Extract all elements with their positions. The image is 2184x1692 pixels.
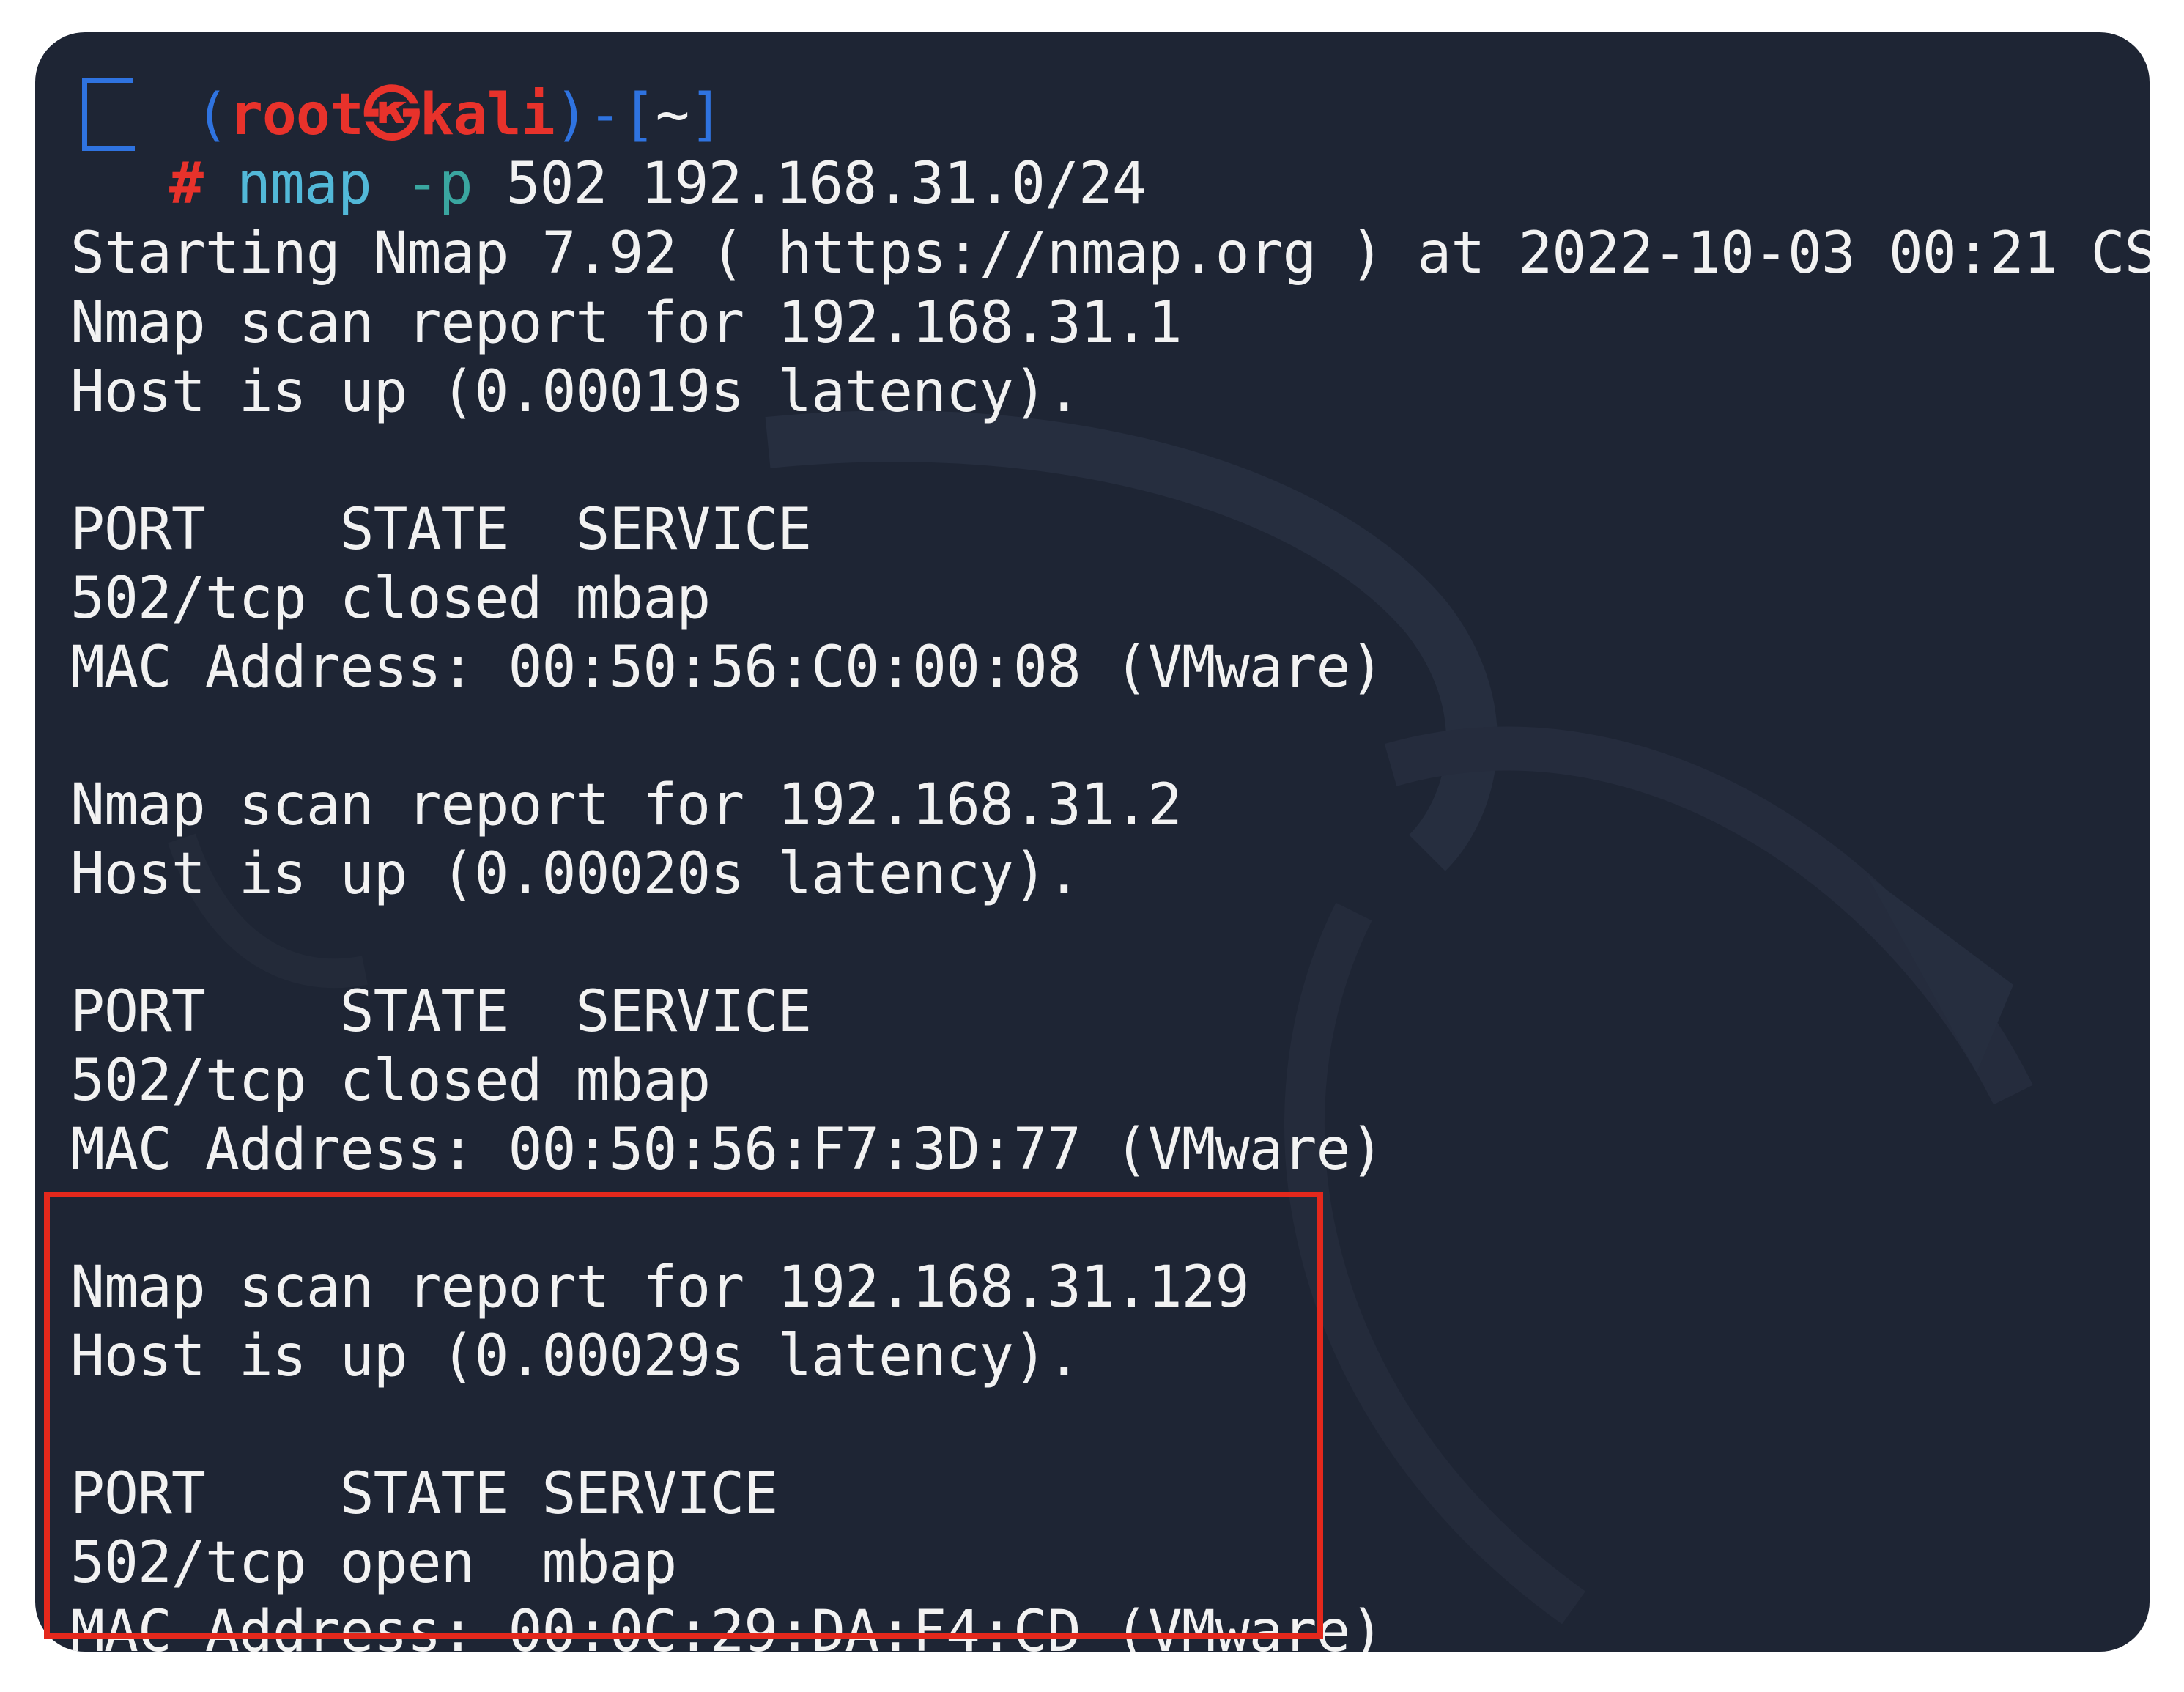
port-row-1: 502/tcp closed mbap: [70, 566, 711, 632]
host-report-1: Nmap scan report for 192.168.31.1: [70, 290, 1182, 356]
nmap-start-line: Starting Nmap 7.92 ( https://nmap.org ) …: [70, 221, 2150, 287]
mac-address-2: MAC Address: 00:50:56:F7:3D:77 (VMware): [70, 1117, 1384, 1183]
command-flag: -p: [404, 151, 473, 217]
host-status-1: Host is up (0.00019s latency).: [70, 359, 1081, 425]
command-line[interactable]: # nmap -p 502 192.168.31.0/24: [169, 149, 1147, 218]
port-row-2: 502/tcp closed mbap: [70, 1048, 711, 1114]
prompt-cwd: ~: [655, 82, 690, 148]
command-name: nmap: [236, 151, 372, 217]
port-header-1: PORT STATE SERVICE: [70, 497, 812, 563]
command-args: 502 192.168.31.0/24: [506, 151, 1147, 217]
prompt-close-bracket: ]: [689, 82, 724, 148]
prompt-close-paren: )-[: [554, 82, 656, 148]
prompt-user-host: root㉿kali: [228, 82, 555, 148]
mac-address-1: MAC Address: 00:50:56:C0:00:08 (VMware): [70, 635, 1384, 701]
prompt-header: (root㉿kali)-[~]: [195, 81, 724, 149]
prompt-corner-line: [82, 78, 133, 151]
host-report-2: Nmap scan report for 192.168.31.2: [70, 772, 1182, 838]
prompt-corner-line-bottom: [82, 146, 135, 151]
host-status-2: Host is up (0.00020s latency).: [70, 841, 1081, 907]
red-annotation-box: [44, 1192, 1323, 1639]
prompt-hash: #: [169, 151, 204, 217]
port-header-2: PORT STATE SERVICE: [70, 979, 812, 1045]
prompt-open-paren: (: [195, 82, 229, 148]
